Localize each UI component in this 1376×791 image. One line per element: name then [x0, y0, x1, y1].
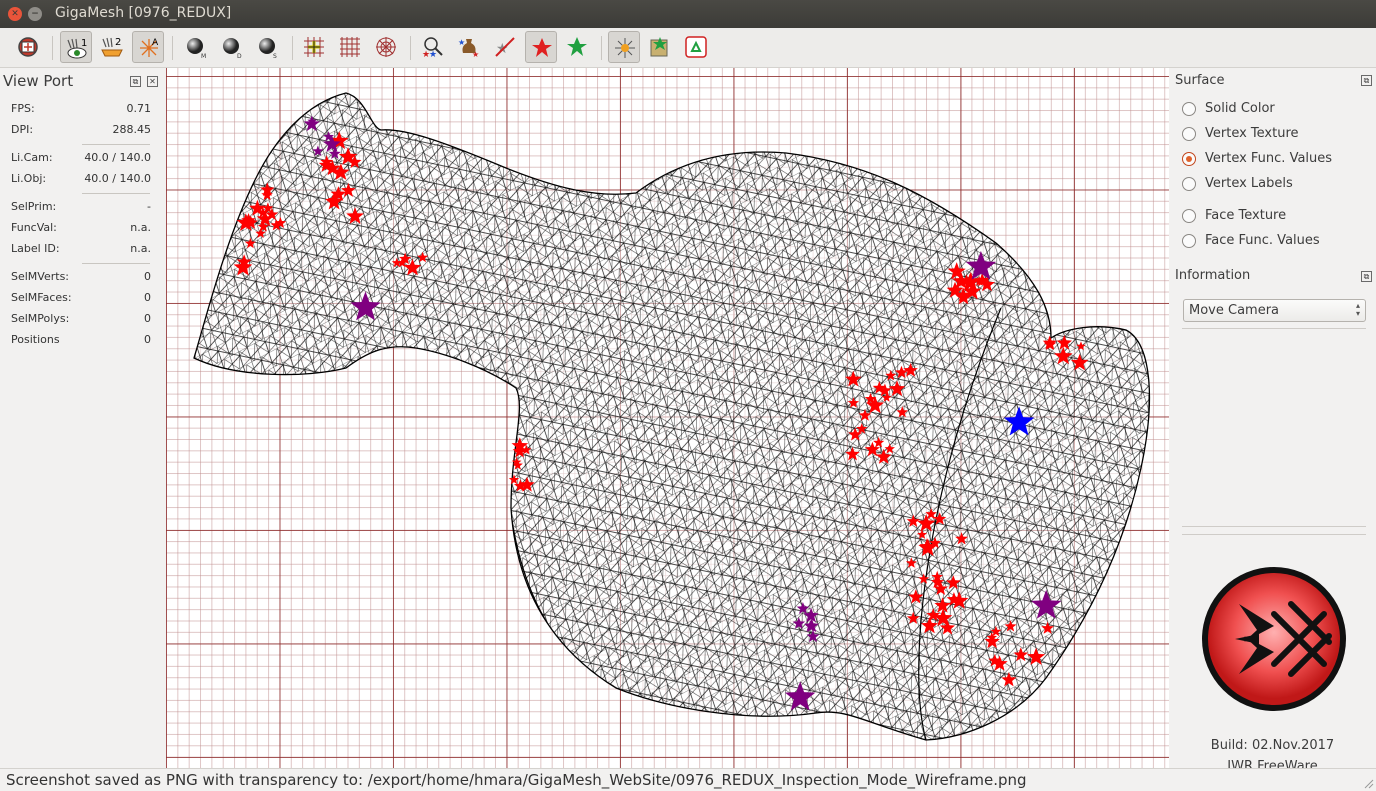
svg-text:M: M [201, 53, 206, 59]
positions-row: Positions 0 [11, 333, 151, 346]
grid-button[interactable] [334, 31, 366, 63]
light-a-button[interactable]: A [132, 31, 164, 63]
mouse-mode-select[interactable]: Move Camera ▴ ▾ [1183, 299, 1366, 322]
light-a-icon: A [140, 38, 159, 57]
burst-button[interactable] [608, 31, 640, 63]
information-section-title: Information [1175, 268, 1251, 283]
label-id-row: Label ID: n.a. [11, 242, 151, 255]
3d-viewport-canvas[interactable] [166, 68, 1169, 768]
float-surface-panel-button[interactable]: ⧉ [1361, 75, 1372, 86]
function-value-row: FuncVal: n.a. [11, 221, 151, 234]
grid-plus-button[interactable] [298, 31, 330, 63]
exit-button[interactable] [12, 31, 44, 63]
gigamesh-logo [1202, 567, 1346, 711]
grid-plus-icon [304, 37, 324, 57]
resize-grip-icon[interactable] [1362, 777, 1374, 789]
mesh-wireframe [193, 92, 1151, 741]
svg-text:2: 2 [115, 37, 121, 48]
title-bar: ✕ − GigaMesh [0976_REDUX] [0, 0, 1376, 28]
status-bar: Screenshot saved as PNG with transparenc… [0, 768, 1376, 791]
mesh-star-button[interactable] [644, 31, 676, 63]
svg-text:S: S [273, 53, 277, 59]
sphere-d-icon: D [223, 38, 242, 59]
sphere-m-button[interactable]: M [180, 31, 212, 63]
selected-faces-row: SelMFaces: 0 [11, 291, 151, 304]
vessel-stars-button[interactable]: ★ ★ [453, 31, 485, 63]
colorful-stars-icon: ★★ [422, 37, 443, 59]
close-panel-button[interactable]: ✕ [147, 76, 158, 87]
fps-row: FPS: 0.71 [11, 102, 151, 115]
sphere-m-icon: M [187, 38, 206, 59]
build-date: Build: 02.Nov.2017 [1210, 738, 1335, 753]
eye-sheet-1-icon: 1 [67, 38, 87, 59]
surface-panel: Surface ⧉ Solid Color Vertex Texture Ver… [1169, 68, 1376, 774]
mesh-star-icon [650, 37, 668, 57]
grid-icon [340, 37, 360, 57]
burst-icon [615, 38, 635, 58]
float-information-panel-button[interactable]: ⧉ [1361, 271, 1372, 282]
sphere-s-icon: S [259, 38, 277, 59]
strike-button[interactable]: ★ [489, 31, 521, 63]
sphere-d-button[interactable]: D [216, 31, 248, 63]
viewport-panel: View Port ⧉ ✕ FPS: 0.71 DPI: 288.45 Li.Cam… [0, 68, 166, 768]
polar-grid-button[interactable] [370, 31, 402, 63]
green-star-icon [567, 37, 587, 56]
sheet-2-icon: 2 [101, 37, 123, 57]
svg-text:D: D [237, 53, 242, 59]
dpi-row: DPI: 288.45 [11, 123, 151, 136]
exit-icon [18, 37, 38, 57]
toolbar: 1 2 A M D S ★★ ★★ ★ [0, 28, 1376, 68]
strike-icon: ★ [495, 37, 515, 57]
red-star-button[interactable] [525, 31, 557, 63]
svg-text:1: 1 [81, 38, 87, 49]
svg-text:A: A [152, 38, 159, 48]
green-star-button[interactable] [561, 31, 593, 63]
window-title: GigaMesh [0976_REDUX] [55, 5, 232, 21]
sphere-s-button[interactable]: S [252, 31, 284, 63]
recycle-icon [685, 36, 707, 58]
selected-primitive-row: SelPrim: - [11, 200, 151, 213]
light-camera-row: Li.Cam: 40.0 / 140.0 [11, 151, 151, 164]
svg-text:★: ★ [429, 50, 437, 59]
vessel-stars-icon: ★★ [458, 38, 479, 59]
status-message: Screenshot saved as PNG with transparenc… [6, 771, 1027, 789]
polar-grid-icon [376, 37, 396, 57]
svg-text:★: ★ [472, 50, 479, 59]
red-star-icon [532, 38, 552, 57]
sheet-2-button[interactable]: 2 [96, 31, 128, 63]
svg-text:★: ★ [458, 38, 465, 47]
float-panel-button[interactable]: ⧉ [130, 76, 141, 87]
colorful-stars-button[interactable]: ★ ★ [417, 31, 449, 63]
light-object-row: Li.Obj: 40.0 / 140.0 [11, 172, 151, 185]
eye-sheet-1-button[interactable]: 1 [60, 31, 92, 63]
surface-section-title: Surface [1175, 73, 1225, 88]
selected-polylines-row: SelMPolys: 0 [11, 312, 151, 325]
selected-vertices-row: SelMVerts: 0 [11, 270, 151, 283]
window-close-button[interactable]: ✕ [8, 7, 22, 21]
viewport-panel-title: View Port [3, 72, 74, 90]
recycle-button[interactable] [680, 31, 712, 63]
chevron-up-down-icon: ▴ ▾ [1355, 301, 1360, 318]
window-minimize-button[interactable]: − [28, 7, 42, 21]
